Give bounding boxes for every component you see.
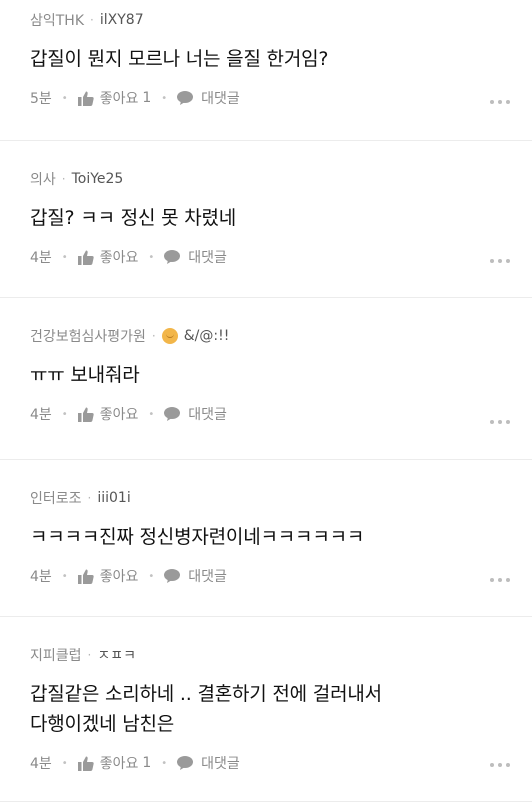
comment-actions: 4분 • 좋아요 • 대댓글 [30, 247, 510, 267]
meta-separator: · [87, 648, 92, 662]
comment-time: 4분 [30, 250, 52, 266]
like-button[interactable]: 좋아요 [77, 247, 139, 267]
thumb-up-icon [77, 569, 94, 584]
author-nickname[interactable]: ToiYe25 [72, 171, 124, 187]
author-nickname[interactable]: ㅈㅍㅋ [97, 645, 136, 665]
action-separator: • [148, 570, 155, 582]
reply-label: 대댓글 [188, 250, 227, 266]
like-count: 1 [142, 90, 152, 106]
action-separator: • [61, 408, 68, 420]
meta-separator: · [61, 172, 66, 186]
comment-meta: 지피클럽 · ㅈㅍㅋ [30, 645, 502, 665]
reply-label: 대댓글 [188, 569, 227, 585]
author-department[interactable]: 의사 [30, 169, 56, 189]
reply-label: 대댓글 [188, 407, 227, 423]
author-department[interactable]: 건강보험심사평가원 [30, 326, 146, 346]
like-button[interactable]: 좋아요 [77, 566, 139, 586]
meta-separator: · [87, 491, 92, 505]
author-department[interactable]: 삼익THK [30, 10, 84, 30]
comment-time: 4분 [30, 407, 52, 423]
comment-time: 5분 [30, 91, 52, 107]
speech-bubble-icon [177, 756, 194, 770]
avatar-icon [161, 328, 178, 344]
like-label: 좋아요 [99, 250, 139, 266]
action-separator: • [61, 570, 68, 582]
speech-bubble-icon [164, 407, 181, 421]
reply-button[interactable]: 대댓글 [164, 566, 227, 586]
speech-bubble-icon [177, 91, 194, 105]
comment-time: 4분 [30, 756, 52, 772]
author-department[interactable]: 인터로조 [30, 488, 82, 508]
meta-separator: · [90, 13, 94, 27]
reply-label: 대댓글 [201, 91, 240, 107]
comment-item: 지피클럽 · ㅈㅍㅋ 갑질같은 소리하네 .. 결혼하기 전에 걸러내서 다행이… [0, 617, 532, 802]
like-button[interactable]: 좋아요 1 [77, 88, 152, 108]
action-separator: • [161, 92, 168, 104]
comment-item: 인터로조 · iii01i ㅋㅋㅋㅋ진짜 정신병자련이네ㅋㅋㅋㅋㅋㅋ 4분 • … [0, 460, 532, 617]
comment-text-line: 갑질? ㅋㅋ 정신 못 차렸네 [30, 207, 237, 229]
action-separator: • [61, 757, 68, 769]
comment-actions: 4분 • 좋아요 1 • 대댓글 [30, 753, 510, 773]
comment-text-line: 다행이겠네 남친은 [30, 713, 175, 735]
comment-actions: 4분 • 좋아요 • 대댓글 [30, 404, 510, 424]
comment-meta: 인터로조 · iii01i [30, 488, 502, 508]
comment-text-line: 갑질같은 소리하네 .. 결혼하기 전에 걸러내서 [30, 683, 382, 705]
reply-button[interactable]: 대댓글 [177, 753, 240, 773]
more-dots-icon[interactable] [490, 578, 510, 582]
author-nickname[interactable]: ilXY87 [100, 12, 144, 28]
like-label: 좋아요 [99, 569, 139, 585]
comment-item: 의사 · ToiYe25 갑질? ㅋㅋ 정신 못 차렸네 4분 • 좋아요 • … [0, 141, 532, 298]
comment-time: 4분 [30, 569, 52, 585]
thumb-up-icon [77, 91, 94, 106]
reply-label: 대댓글 [201, 756, 240, 772]
comment-text: 갑질? ㅋㅋ 정신 못 차렸네 [30, 203, 502, 233]
action-separator: • [161, 757, 168, 769]
speech-bubble-icon [164, 569, 181, 583]
action-separator: • [148, 408, 155, 420]
action-separator: • [61, 92, 68, 104]
comment-text-line: ㅋㅋㅋㅋ진짜 정신병자련이네ㅋㅋㅋㅋㅋㅋ [30, 526, 365, 548]
comment-text: 갑질같은 소리하네 .. 결혼하기 전에 걸러내서 다행이겠네 남친은 [30, 679, 502, 739]
comment-text-line: 갑질이 뭔지 모르나 너는 을질 한거임? [30, 48, 329, 70]
speech-bubble-icon [164, 250, 181, 264]
author-department[interactable]: 지피클럽 [30, 645, 82, 665]
comment-text-line: ㅠㅠ 보내줘라 [30, 364, 140, 386]
more-dots-icon[interactable] [490, 259, 510, 263]
comment-meta: 건강보험심사평가원 · &/@:!! [30, 326, 502, 346]
like-button[interactable]: 좋아요 1 [77, 753, 152, 773]
comment-text: 갑질이 뭔지 모르나 너는 을질 한거임? [30, 44, 502, 74]
like-label: 좋아요 [99, 756, 139, 772]
meta-separator: · [151, 329, 156, 343]
like-button[interactable]: 좋아요 [77, 404, 139, 424]
like-label: 좋아요 [99, 407, 139, 423]
comment-text: ㅋㅋㅋㅋ진짜 정신병자련이네ㅋㅋㅋㅋㅋㅋ [30, 522, 502, 552]
thumb-up-icon [77, 250, 94, 265]
more-dots-icon[interactable] [490, 763, 510, 767]
more-dots-icon[interactable] [490, 420, 510, 424]
comment-meta: 의사 · ToiYe25 [30, 169, 502, 189]
like-label: 좋아요 [99, 91, 139, 107]
comment-item: 삼익THK · ilXY87 갑질이 뭔지 모르나 너는 을질 한거임? 5분 … [0, 0, 532, 141]
more-dots-icon[interactable] [490, 100, 510, 104]
reply-button[interactable]: 대댓글 [177, 88, 240, 108]
like-count: 1 [142, 755, 152, 771]
author-nickname[interactable]: &/@:!! [184, 328, 230, 344]
thumb-up-icon [77, 756, 94, 771]
comment-meta: 삼익THK · ilXY87 [30, 10, 502, 30]
reply-button[interactable]: 대댓글 [164, 247, 227, 267]
reply-button[interactable]: 대댓글 [164, 404, 227, 424]
comment-text: ㅠㅠ 보내줘라 [30, 360, 502, 390]
comment-item: 건강보험심사평가원 · &/@:!! ㅠㅠ 보내줘라 4분 • 좋아요 • 대댓… [0, 298, 532, 460]
thumb-up-icon [77, 407, 94, 422]
action-separator: • [61, 251, 68, 263]
comment-actions: 4분 • 좋아요 • 대댓글 [30, 566, 510, 586]
action-separator: • [148, 251, 155, 263]
author-nickname[interactable]: iii01i [97, 490, 130, 506]
comment-actions: 5분 • 좋아요 1 • 대댓글 [30, 88, 510, 108]
